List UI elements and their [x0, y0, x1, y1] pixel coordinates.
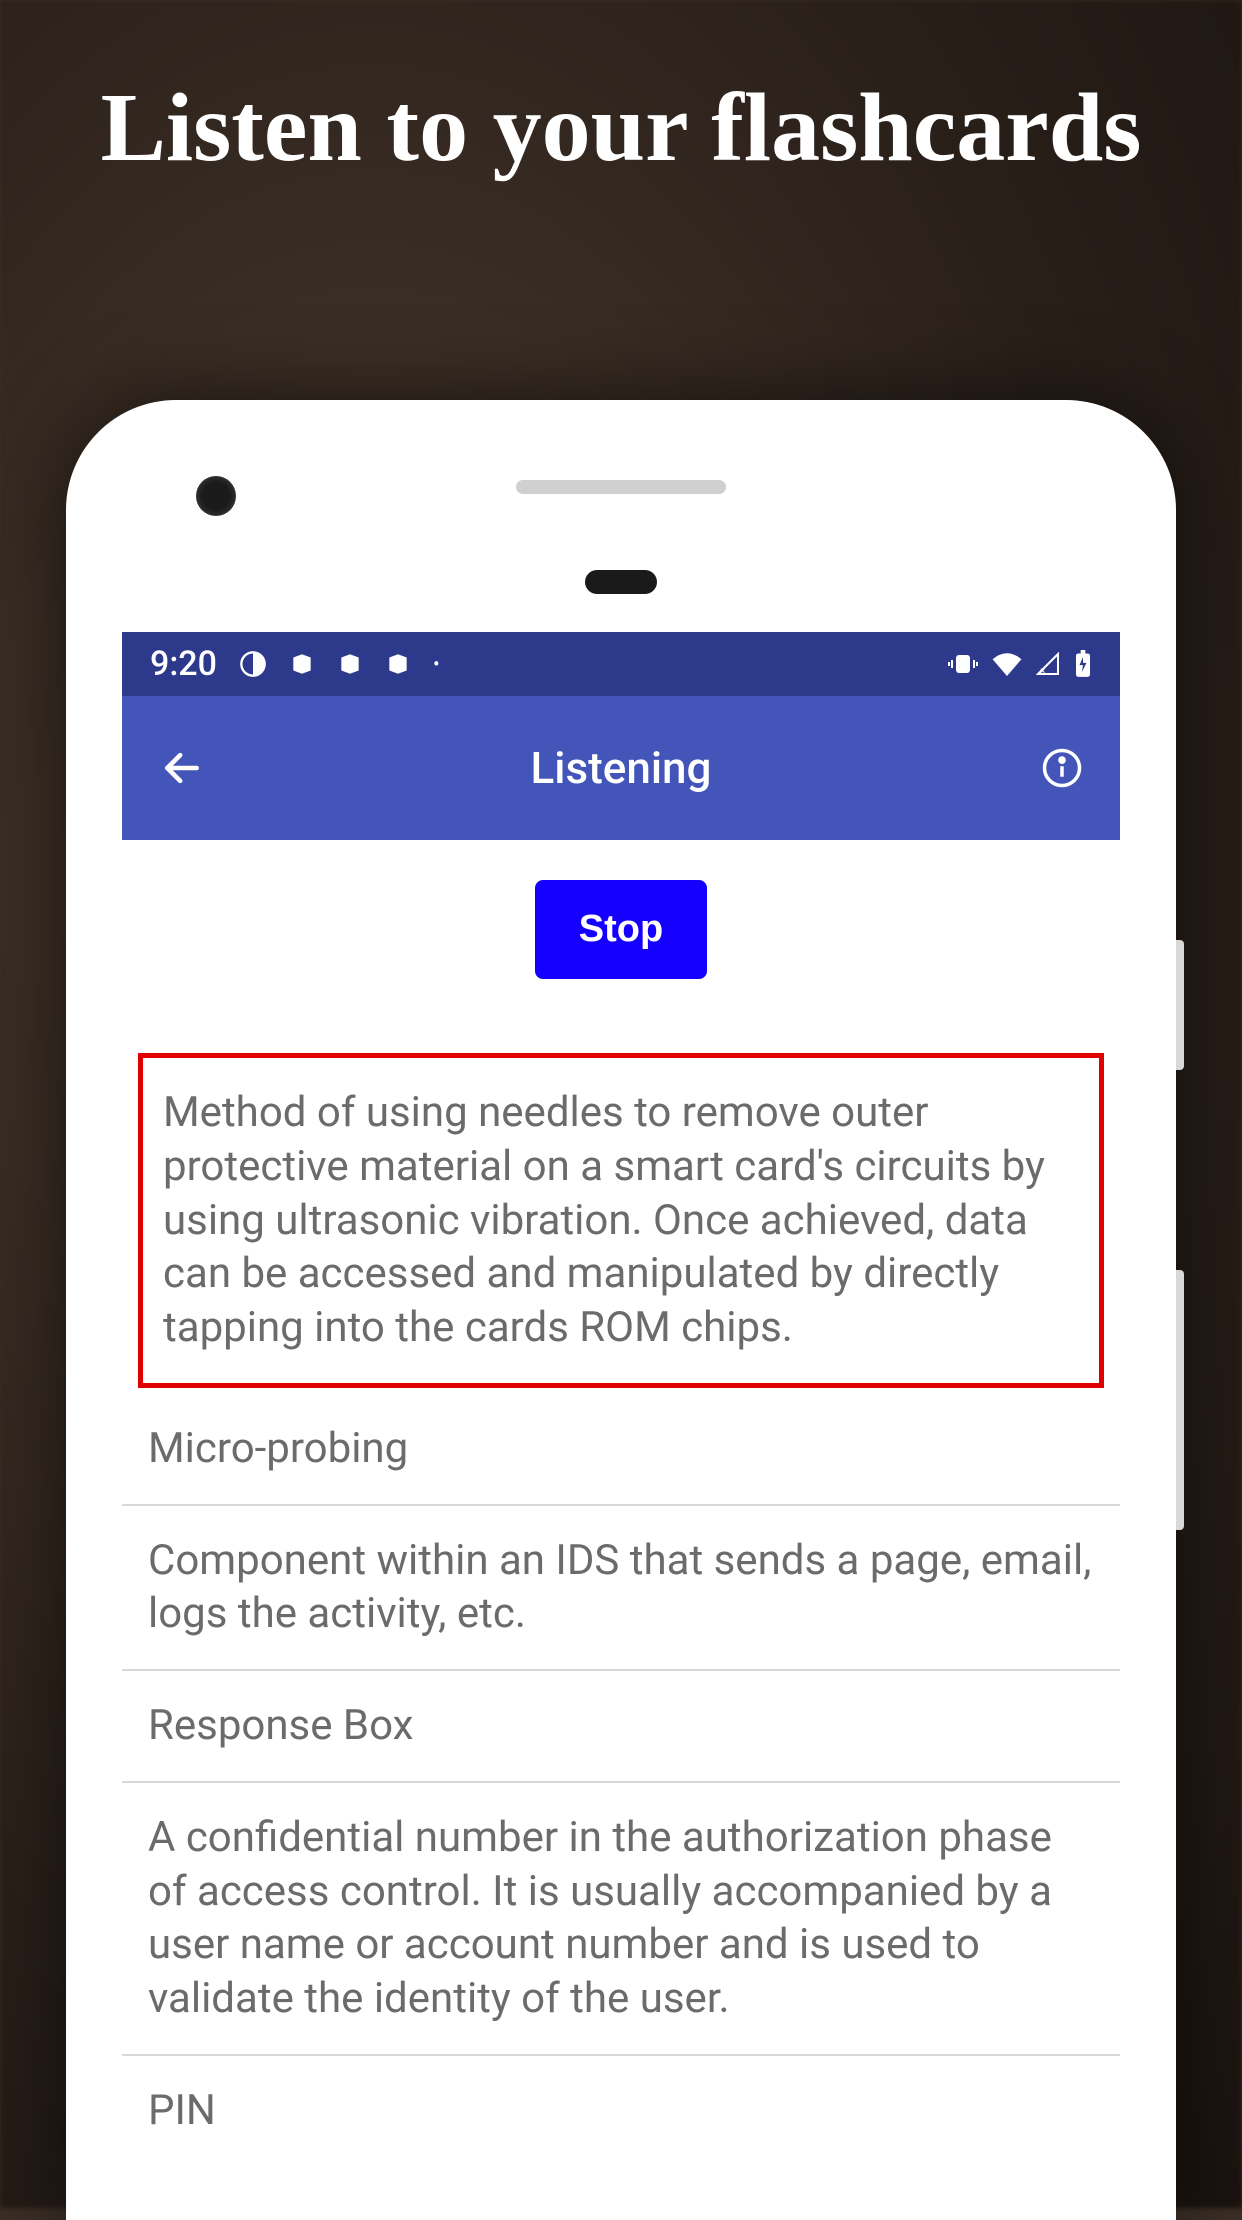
list-item[interactable]: Response Box	[122, 1671, 1120, 1783]
contrast-icon	[239, 650, 267, 678]
status-time: 9:20	[150, 644, 217, 684]
app-bar: Listening	[122, 696, 1120, 840]
battery-icon	[1074, 650, 1092, 678]
wifi-icon	[992, 652, 1022, 676]
book-icon	[385, 651, 411, 677]
flashcard-text: Method of using needles to remove outer …	[163, 1086, 1079, 1355]
current-flashcard[interactable]: Method of using needles to remove outer …	[138, 1053, 1104, 1388]
controls-section: Stop	[122, 840, 1120, 1019]
list-item[interactable]: PIN	[122, 2056, 1120, 2166]
phone-speaker	[516, 480, 726, 494]
phone-camera	[196, 476, 236, 516]
list-item[interactable]: Micro-probing	[122, 1388, 1120, 1506]
signal-icon: ×	[1036, 652, 1060, 676]
list-item[interactable]: A confidential number in the authorizati…	[122, 1783, 1120, 2056]
svg-text:×: ×	[1040, 666, 1045, 676]
phone-frame: 9:20 •	[66, 400, 1176, 2220]
phone-side-button	[1176, 940, 1184, 1070]
info-button[interactable]	[1034, 740, 1090, 796]
page-title: Listening	[531, 742, 712, 794]
phone-side-button	[1176, 1270, 1184, 1530]
promo-headline: Listen to your flashcards	[0, 70, 1242, 188]
status-bar: 9:20 •	[122, 632, 1120, 696]
phone-screen: 9:20 •	[122, 632, 1120, 2220]
book-icon	[337, 651, 363, 677]
back-button[interactable]	[152, 738, 212, 798]
dot-icon: •	[433, 652, 440, 676]
list-item[interactable]: Component within an IDS that sends a pag…	[122, 1506, 1120, 1672]
stop-button[interactable]: Stop	[535, 880, 707, 979]
phone-sensor	[585, 570, 657, 594]
book-icon	[289, 651, 315, 677]
vibrate-icon	[948, 652, 978, 676]
